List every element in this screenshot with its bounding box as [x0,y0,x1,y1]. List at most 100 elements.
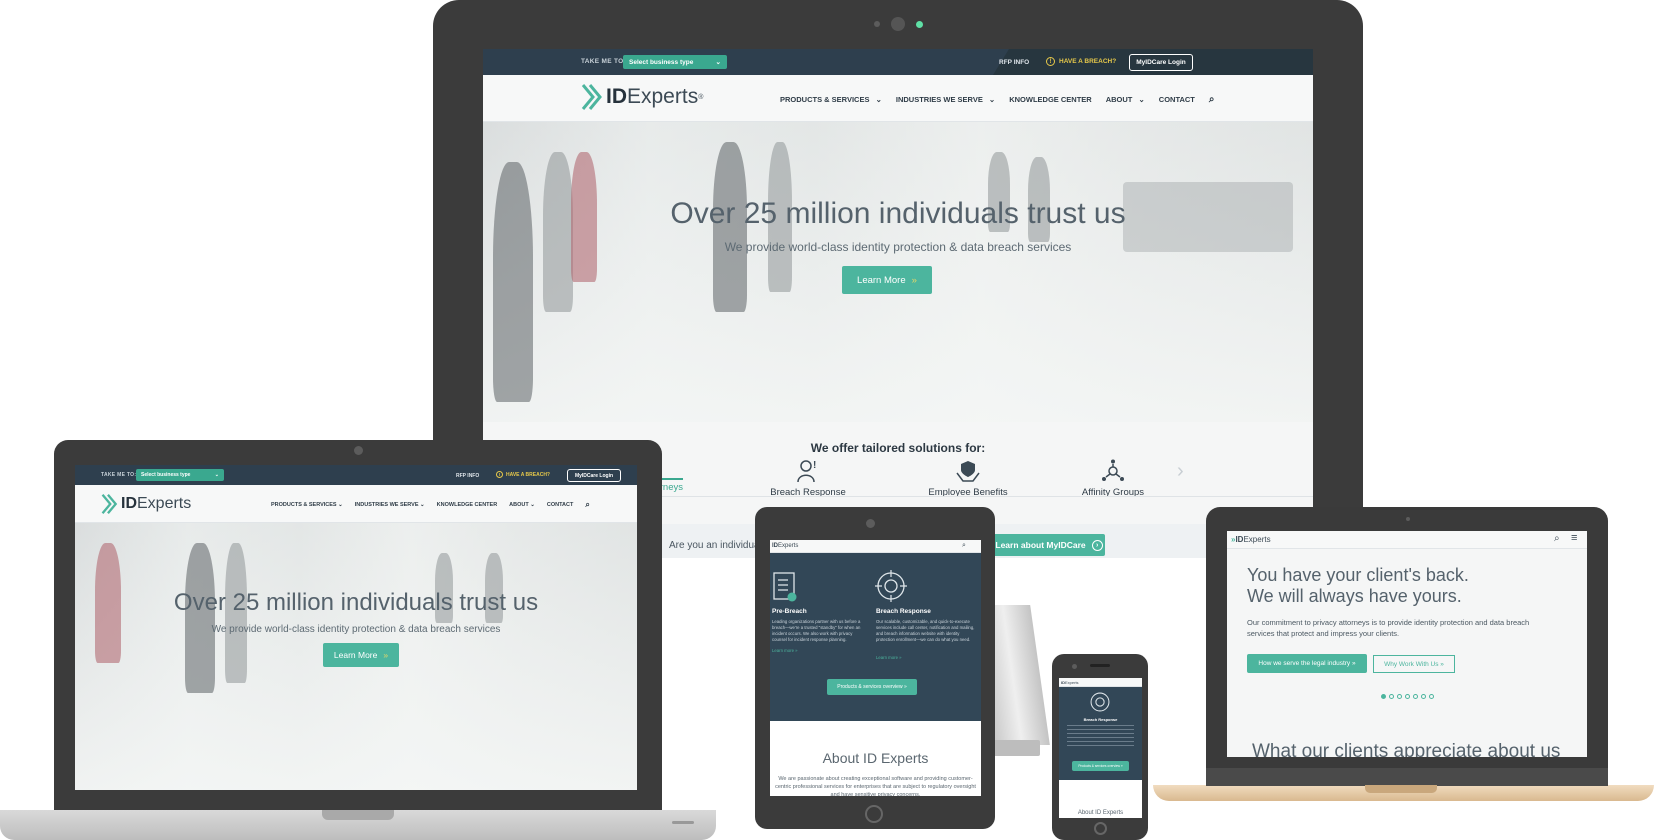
warning-icon: ! [496,471,503,478]
tablet-overview-button[interactable]: Products & services overview » [827,679,917,695]
phone-navbar: IDExperts [1059,678,1142,687]
search-icon[interactable]: ⌕ [585,500,589,510]
nav-items: PRODUCTS & SERVICES ⌄ INDUSTRIES WE SERV… [780,94,1215,105]
phone-screen: IDExperts Breach Response Products & ser… [1059,678,1142,818]
solution-breach-response[interactable]: ! Breach Response [758,459,858,498]
person-alert-icon: ! [797,460,816,483]
business-type-value: Select business type [629,58,694,66]
tablet-about-text: We are passionate about creating excepti… [775,776,976,796]
tablet-logo-experts: Experts [778,543,799,549]
arrow-circle-icon: › [1091,539,1103,551]
carousel-dot[interactable] [1389,694,1394,699]
nav-contact[interactable]: CONTACT [1159,95,1195,104]
search-icon[interactable]: ⌕ [1209,94,1215,105]
laptop-nav-knowledge[interactable]: KNOWLEDGE CENTER [437,502,498,508]
gold-laptop-trackpad-notch [1365,785,1437,793]
laptop-logo[interactable]: ID Experts [101,493,191,515]
legal-headline-1: You have your client's back. [1247,565,1469,585]
phone-logo-experts: Experts [1065,680,1079,685]
legal-body: Our commitment to privacy attorneys is t… [1247,618,1530,638]
laptop-login-button[interactable]: MyIDCare Login [567,469,621,482]
tablet-breach-response-title: Breach Response [876,608,931,615]
laptop-take-me-to: TAKE ME TO: [101,472,137,478]
carousel-dots[interactable] [1381,694,1434,699]
rfp-info-link[interactable]: RFP INFO [999,59,1029,66]
tablet-logo[interactable]: IDExperts [772,543,798,549]
solution-affinity-groups[interactable]: Affinity Groups [1063,459,1163,498]
logo-experts: Experts [627,85,699,108]
laptop-nav-industries[interactable]: INDUSTRIES WE SERVE ⌄ [355,502,425,508]
carousel-dot[interactable] [1405,694,1410,699]
tablet-pre-breach-text: Leading organizations partner with us be… [772,619,861,642]
shield-hands-icon [956,461,980,482]
logo-chevron-icon [581,84,602,110]
nav-about[interactable]: ABOUT ⌄ [1106,95,1159,104]
carousel-next-icon[interactable]: › [1177,460,1184,483]
hamburger-menu-icon[interactable]: ≡ [1571,532,1577,544]
phone-camera [1072,664,1077,669]
laptop-nav-about-label: ABOUT [509,502,529,508]
logo-registered: ® [698,93,704,101]
nav-industries-label: INDUSTRIES WE SERVE [895,95,983,104]
phone-logo[interactable]: IDExperts [1061,680,1079,685]
carousel-dot[interactable] [1429,694,1434,699]
tablet-home-button[interactable] [865,805,883,823]
nav-about-label: ABOUT [1105,95,1133,104]
laptop-learn-more-label: Learn More [333,650,378,660]
svg-text:!: ! [813,460,816,471]
hero-photo-figure [543,152,573,312]
learn-more-button[interactable]: Learn More » [842,266,932,294]
tablet-pre-breach-title: Pre-Breach [772,608,807,615]
tablet-navbar: IDExperts ⌕ [770,540,981,553]
legal-industry-button[interactable]: How we serve the legal industry » [1247,654,1367,673]
laptop-nav-contact[interactable]: CONTACT [547,502,573,508]
laptop-screen: TAKE ME TO: Select business type ⌄ RFP I… [75,465,637,790]
laptop-rfp-link[interactable]: RFP INFO [456,473,479,479]
logo-id: ID [606,85,627,108]
laptop-breach-link[interactable]: ! HAVE A BREACH? [496,471,550,478]
laptop-nav-products[interactable]: PRODUCTS & SERVICES ⌄ [271,502,343,508]
carousel-dot[interactable] [1413,694,1418,699]
gold-logo[interactable]: »IDExperts [1231,535,1271,544]
monitor-led [916,21,923,28]
chevron-down-icon: ⌄ [988,95,996,104]
carousel-dot[interactable] [1397,694,1402,699]
tablet-pre-breach-link[interactable]: Learn more » [772,648,798,653]
tablet-screen: IDExperts ⌕ Pre-Breach Leading organizat… [770,540,981,796]
nav-industries[interactable]: INDUSTRIES WE SERVE ⌄ [896,95,1009,104]
crosshair-icon [875,570,907,602]
phone-overview-button[interactable]: Products & services overview » [1072,761,1129,771]
gold-laptop-hinge [1206,768,1608,786]
why-work-with-us-button[interactable]: Why Work With Us » [1373,655,1455,673]
search-icon[interactable]: ⌕ [962,542,966,550]
chevron-down-icon: ⌄ [1138,95,1145,104]
laptop-nav-about[interactable]: ABOUT ⌄ [509,502,535,508]
have-a-breach-link[interactable]: ! HAVE A BREACH? [1046,57,1116,66]
laptop-nav-products-label: PRODUCTS & SERVICES [271,502,337,508]
monitor-camera-lens [891,17,905,31]
nav-knowledge[interactable]: KNOWLEDGE CENTER [1009,95,1092,104]
carousel-dot[interactable] [1421,694,1426,699]
learn-about-myidcare-button[interactable]: Learn about MyIDCare › [993,534,1105,556]
business-type-select[interactable]: Select business type ⌄ [623,55,727,69]
search-icon[interactable]: ⌕ [1554,533,1560,544]
carousel-dot[interactable] [1381,694,1386,699]
nav-products-label: PRODUCTS & SERVICES [780,95,870,104]
myidcare-login-button[interactable]: MyIDCare Login [1129,54,1193,71]
tablet-services-panel: Pre-Breach Leading organizations partner… [770,553,981,721]
solution-employee-benefits[interactable]: Employee Benefits [913,459,1023,498]
nav-products[interactable]: PRODUCTS & SERVICES ⌄ [780,95,896,104]
phone-home-button[interactable] [1094,822,1107,835]
crosshair-icon [1090,692,1110,712]
chevron-down-icon: ⌄ [715,59,721,66]
laptop-learn-more-button[interactable]: Learn More » [323,643,399,667]
tablet-breach-response-link[interactable]: Learn more » [876,655,902,660]
laptop-hero-title: Over 25 million individuals trust us [173,589,539,616]
idexperts-logo[interactable]: ID Experts ® [581,83,703,111]
tablet-camera [866,519,875,528]
laptop-business-type-select[interactable]: Select business type ⌄ [136,469,224,481]
hero-banner: Over 25 million individuals trust us We … [483,122,1313,422]
phone-text-lines [1067,725,1134,747]
hero-photo-figure [185,543,215,693]
logo-chevron-icon [101,493,118,515]
